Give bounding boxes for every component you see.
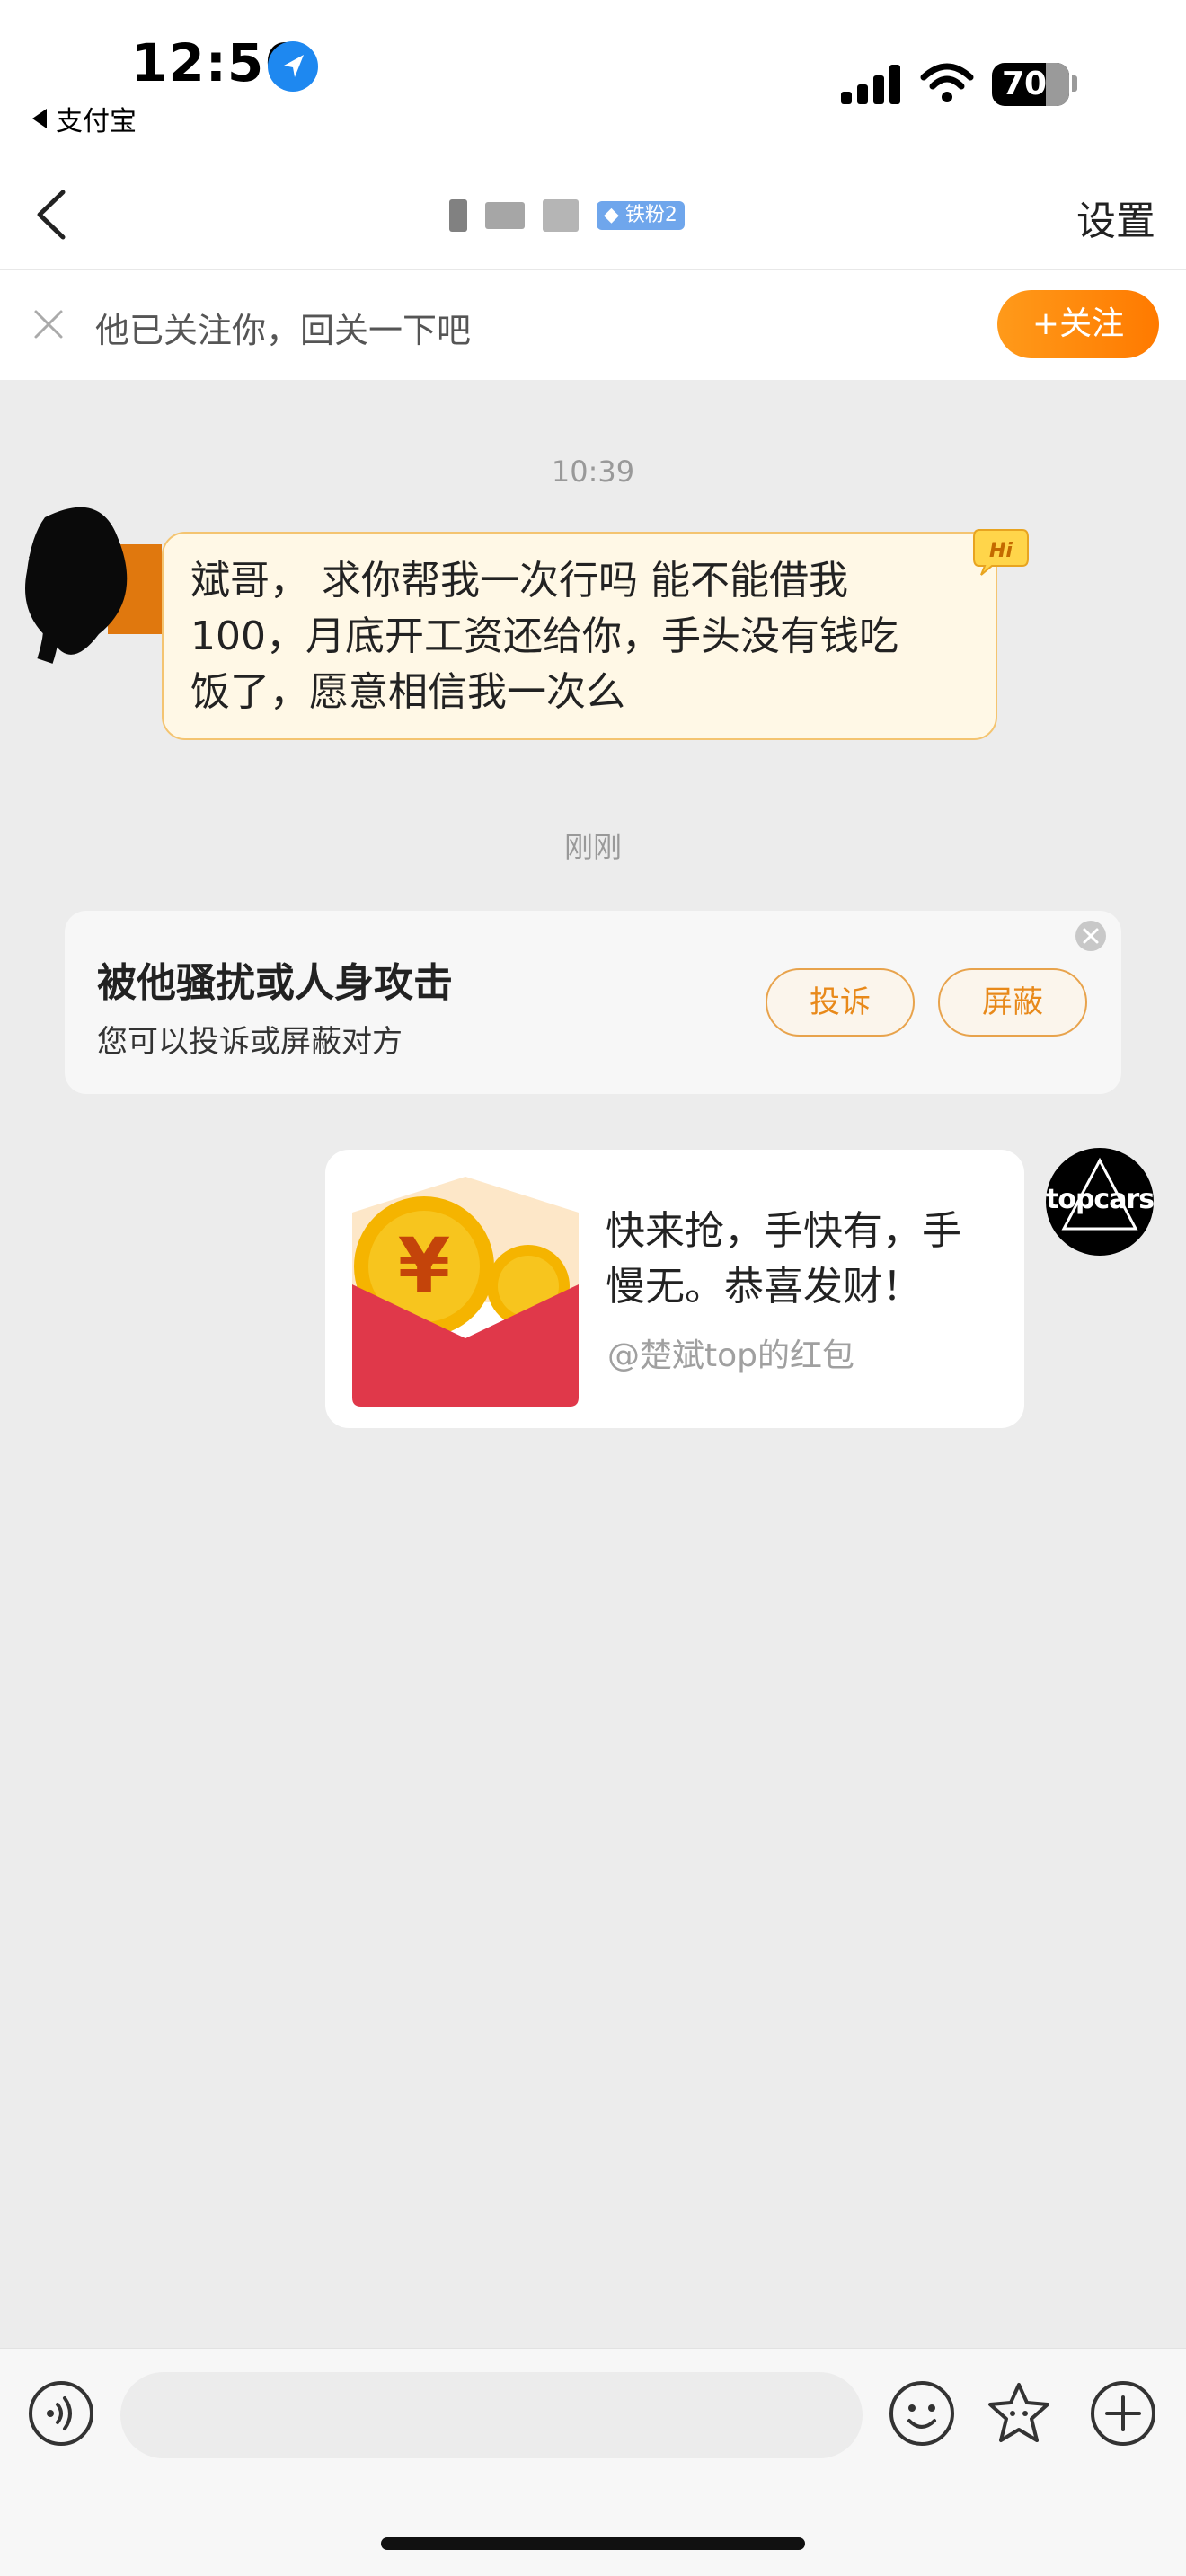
harassment-warning-card: 被他骚扰或人身攻击 您可以投诉或屏蔽对方 投诉 屏蔽 [65, 911, 1121, 1094]
follow-button[interactable]: +关注 [997, 290, 1159, 358]
red-packet-sender: @楚斌top的红包 [607, 1337, 854, 1374]
chat-timestamp: 10:39 [551, 454, 635, 489]
plus-icon[interactable] [1089, 2379, 1157, 2448]
fan-level-label: 铁粉2 [624, 204, 677, 226]
redacted-name [485, 202, 525, 229]
emoji-icon[interactable] [888, 2379, 956, 2448]
red-packet-greeting: 快来抢，手快有，手 慢无。恭喜发财！ [606, 1204, 1001, 1315]
message-input[interactable] [120, 2372, 863, 2458]
redacted-name [449, 199, 467, 232]
block-button[interactable]: 屏蔽 [938, 968, 1087, 1037]
back-to-app-link[interactable]: 支付宝 [32, 99, 137, 138]
greeting-line: 快来抢，手快有，手 [606, 1208, 961, 1254]
chevron-left-icon [37, 190, 66, 240]
avatar[interactable]: topcars [1046, 1148, 1155, 1256]
back-button[interactable] [23, 183, 86, 246]
close-icon[interactable] [31, 306, 66, 342]
battery-level: 70 [1001, 66, 1048, 102]
input-bar [0, 2348, 1186, 2576]
complain-button[interactable]: 投诉 [766, 968, 915, 1037]
currency-symbol: ¥ [398, 1222, 450, 1310]
avatar-logo-text: topcars [1046, 1184, 1155, 1215]
home-indicator [381, 2537, 805, 2550]
red-packet-icon: ¥ [352, 1177, 579, 1407]
warning-subtitle: 您可以投诉或屏蔽对方 [97, 1024, 403, 1060]
greeting-line: 慢无。恭喜发财！ [606, 1264, 922, 1310]
warning-title: 被他骚扰或人身攻击 [97, 960, 453, 1006]
settings-button[interactable]: 设置 [1076, 189, 1155, 246]
back-app-label: 支付宝 [56, 106, 137, 137]
follow-back-prompt: 他已关注你，回关一下吧 [95, 311, 472, 350]
message-line: 饭了，愿意相信我一次么 [190, 669, 625, 715]
hi-icon: Hi [972, 526, 1030, 577]
redacted-name [543, 199, 579, 232]
avatar[interactable] [18, 499, 162, 670]
wifi-icon [920, 61, 974, 106]
status-bar: 12:56 支付宝 70 [0, 0, 1186, 162]
message-line: 100，月底开工资还给你，手头没有钱吃 [190, 613, 898, 659]
battery-icon: 70 [992, 63, 1069, 106]
hi-badge-text: Hi [989, 540, 1013, 562]
nav-title-username: ◆ 铁粉2 [449, 189, 685, 243]
message-line: 斌哥， 求你帮我一次行吗 能不能借我 [190, 558, 848, 604]
location-arrow-icon [268, 41, 318, 92]
chat-timestamp: 刚刚 [563, 830, 622, 864]
back-triangle-icon [32, 109, 47, 128]
close-icon[interactable] [1075, 920, 1107, 952]
fan-level-badge: ◆ 铁粉2 [597, 201, 685, 230]
voice-icon[interactable] [27, 2379, 95, 2448]
red-packet-message[interactable]: ¥ 快来抢，手快有，手 慢无。恭喜发财！ @楚斌top的红包 [325, 1150, 1024, 1428]
follow-back-bar: 他已关注你，回关一下吧 +关注 [0, 270, 1186, 380]
sticker-icon[interactable] [985, 2379, 1053, 2448]
cellular-signal-icon [841, 65, 900, 104]
nav-bar: ◆ 铁粉2 设置 [0, 162, 1186, 270]
message-bubble[interactable]: 斌哥， 求你帮我一次行吗 能不能借我 100，月底开工资还给你，手头没有钱吃 饭… [162, 532, 997, 740]
battery-cap [1072, 75, 1077, 92]
